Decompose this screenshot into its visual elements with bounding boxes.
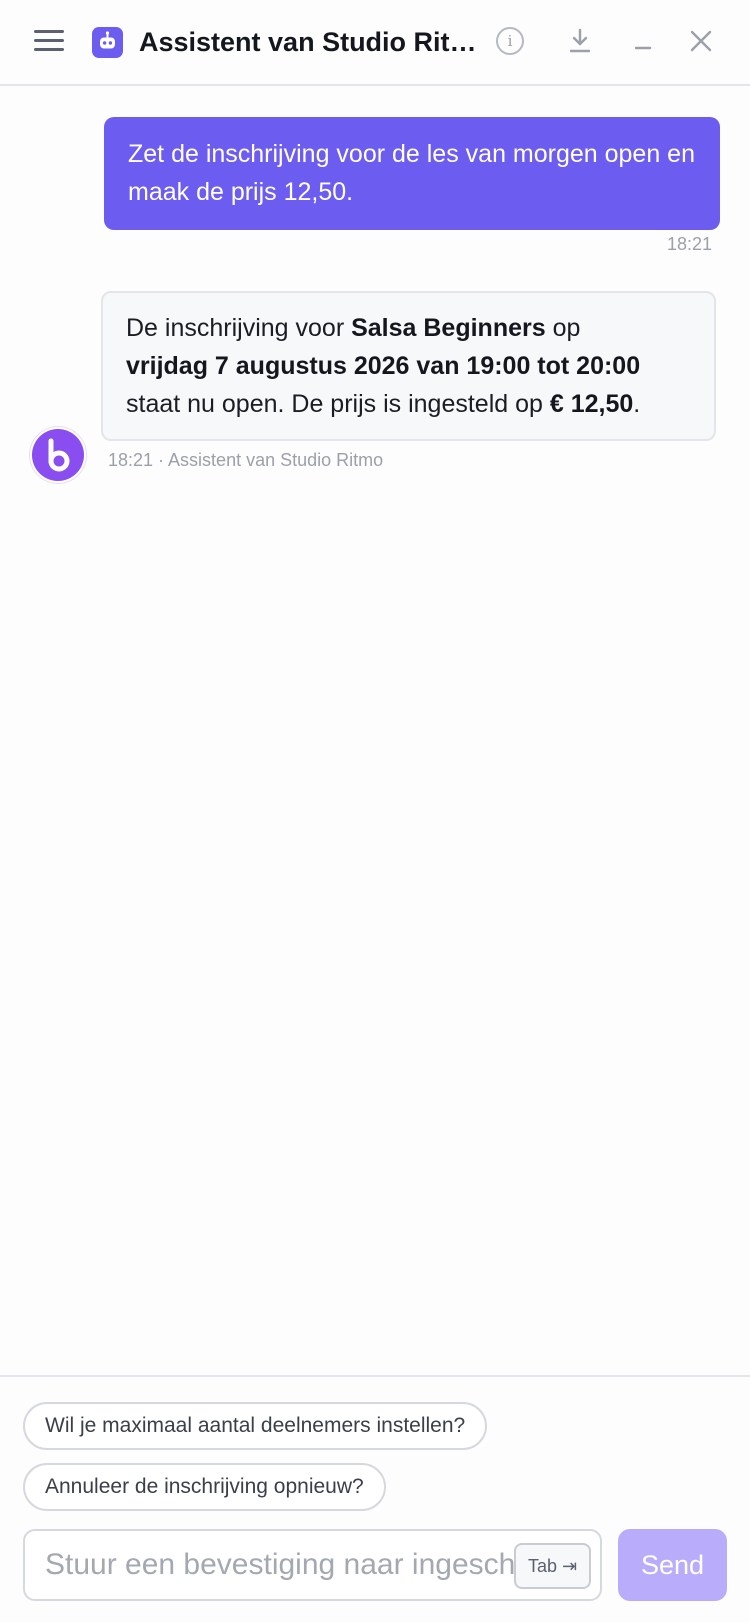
class-datetime: vrijdag 7 augustus 2026 van 19:00 tot 20… — [126, 352, 641, 380]
bot-text: De inschrijving voor — [126, 314, 352, 342]
user-message: Zet de inschrijving voor de les van morg… — [104, 117, 720, 230]
chat-window: Assistent van Studio Ritmo i Zet de insc… — [0, 0, 750, 1623]
tab-hint: Tab ⇥ — [514, 1543, 591, 1589]
send-button[interactable]: Send — [618, 1529, 727, 1601]
robot-icon — [92, 27, 123, 58]
close-icon[interactable] — [684, 24, 718, 58]
bot-text: . — [633, 390, 641, 418]
download-icon[interactable] — [563, 24, 597, 58]
class-price: € 12,50 — [549, 390, 634, 418]
chat-header: Assistent van Studio Ritmo i — [0, 0, 750, 86]
info-icon[interactable]: i — [496, 27, 524, 55]
bot-message: De inschrijving voor Salsa Beginners op … — [101, 291, 716, 441]
class-name: Salsa Beginners — [351, 314, 546, 342]
message-input-box[interactable]: Tab ⇥ — [23, 1529, 602, 1601]
suggestion-chip-max-participants[interactable]: Wil je maximaal aantal deelnemers instel… — [23, 1402, 488, 1450]
composer-area: Wil je maximaal aantal deelnemers instel… — [0, 1375, 750, 1623]
minimize-icon[interactable] — [626, 24, 660, 58]
bot-text: staat nu open. De prijs is ingesteld op — [126, 390, 550, 418]
suggestion-chip-cancel-registration[interactable]: Annuleer de inschrijving opnieuw? — [23, 1463, 386, 1511]
bot-text: op — [545, 314, 581, 342]
bot-avatar — [32, 429, 84, 481]
user-message-time: 18:21 — [666, 234, 712, 254]
menu-icon[interactable] — [34, 28, 66, 54]
bot-message-meta: 18:21 · Assistent van Studio Ritmo — [108, 450, 384, 470]
chat-title: Assistent van Studio Ritmo — [139, 27, 479, 57]
